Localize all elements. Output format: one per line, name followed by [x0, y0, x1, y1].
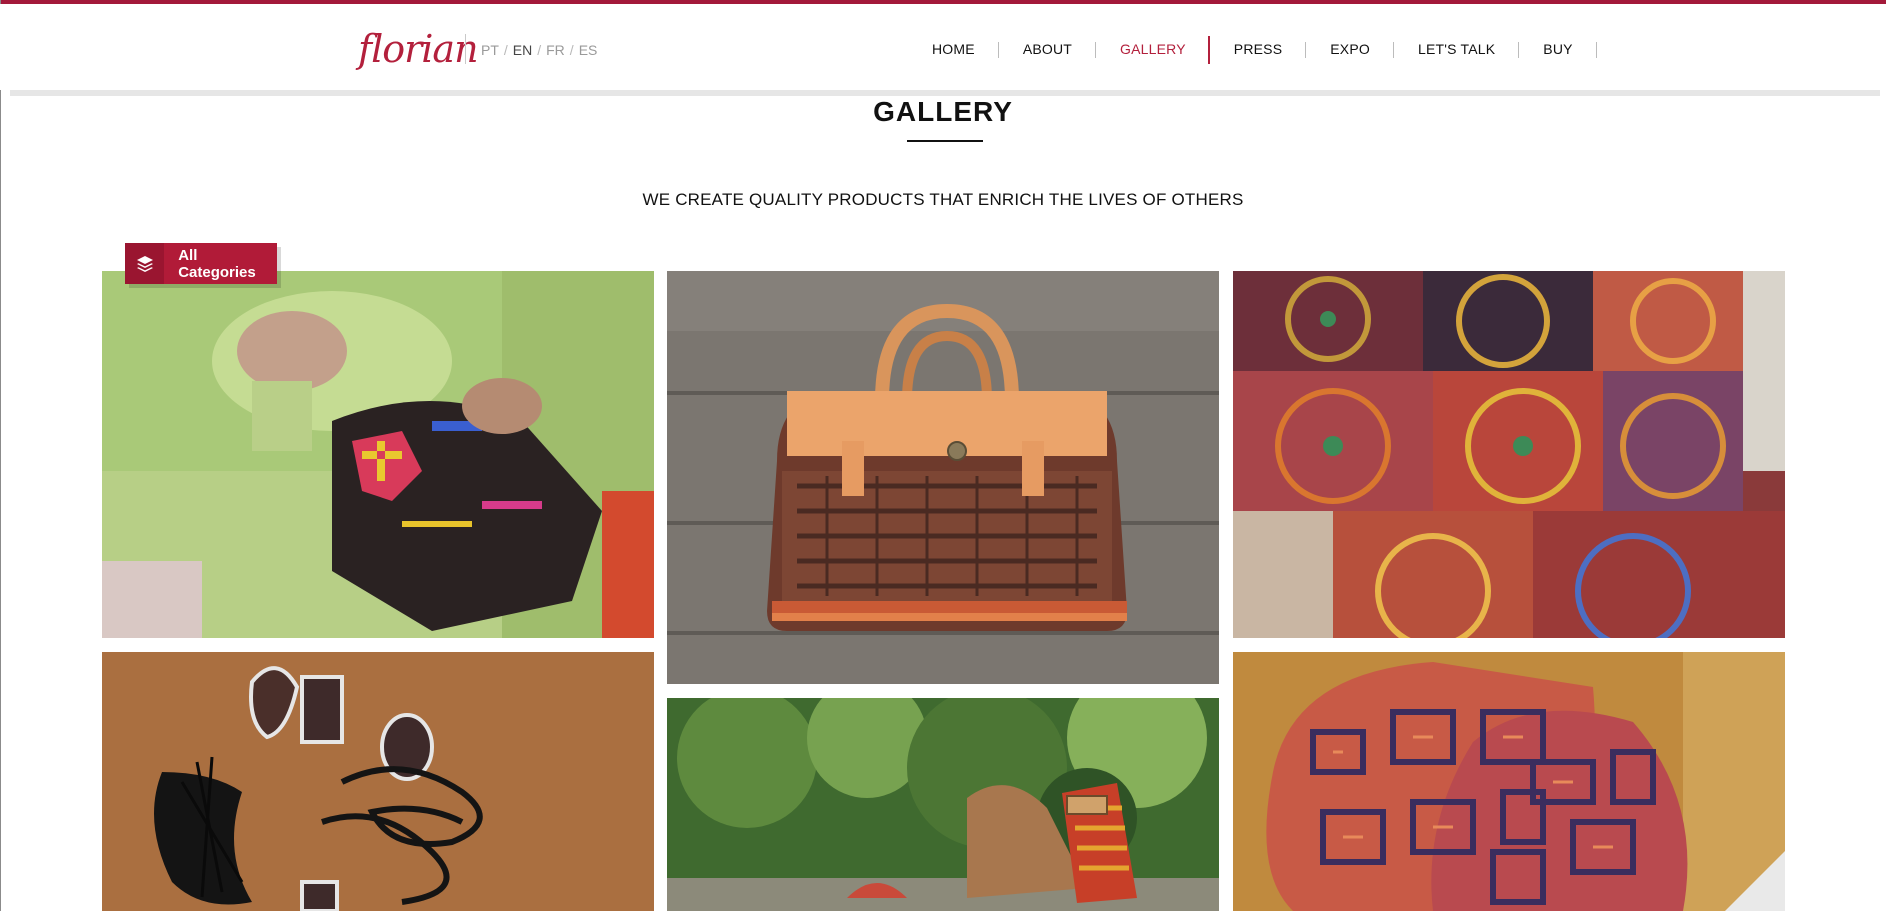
circular-textiles-photo — [1233, 271, 1785, 638]
gallery-item-artisan[interactable] — [102, 271, 654, 638]
handbag-photo — [667, 271, 1219, 684]
nav-home[interactable]: HOME — [908, 34, 999, 64]
lang-fr[interactable]: FR — [546, 42, 565, 58]
lang-es[interactable]: ES — [579, 42, 598, 58]
page-corner-fold — [1725, 851, 1785, 911]
nav-gallery[interactable]: GALLERY — [1096, 34, 1210, 64]
nav-press[interactable]: PRESS — [1210, 34, 1307, 64]
main-nav: HOME ABOUT GALLERY PRESS EXPO LET'S TALK… — [908, 34, 1598, 64]
page-tagline: WE CREATE QUALITY PRODUCTS THAT ENRICH T… — [642, 190, 1244, 209]
page-title: GALLERY — [873, 96, 1013, 127]
logo-divider — [465, 34, 466, 64]
all-categories-label: All Categories — [178, 246, 256, 281]
gallery-item-sandal[interactable] — [667, 698, 1219, 911]
lang-pt[interactable]: PT — [481, 42, 499, 58]
gallery-item-circular-textiles[interactable] — [1233, 271, 1785, 638]
gallery-item-cushions[interactable] — [1233, 652, 1785, 911]
all-categories-button[interactable]: All Categories — [125, 243, 277, 284]
necklace-photo — [102, 652, 654, 911]
logo-wordmark: florian — [358, 27, 479, 71]
gallery-item-handbag[interactable] — [667, 271, 1219, 684]
title-underline — [907, 140, 983, 142]
site-header: florian PT / EN / FR / ES HOME ABOUT GALLERY P… — [0, 4, 1886, 90]
nav-buy[interactable]: BUY — [1519, 34, 1598, 64]
nav-expo[interactable]: EXPO — [1306, 34, 1394, 64]
gallery-item-necklace[interactable] — [102, 652, 654, 911]
language-switcher: PT / EN / FR / ES — [481, 42, 598, 58]
brand-logo[interactable]: florian — [358, 26, 479, 72]
nav-lets-talk[interactable]: LET'S TALK — [1394, 34, 1520, 64]
cushions-photo — [1233, 652, 1785, 911]
nav-about[interactable]: ABOUT — [999, 34, 1097, 64]
lang-en[interactable]: EN — [513, 42, 532, 58]
artisan-photo — [102, 271, 654, 638]
window-edge — [0, 0, 1, 911]
sandal-photo — [667, 698, 1219, 911]
layers-icon — [125, 243, 165, 284]
